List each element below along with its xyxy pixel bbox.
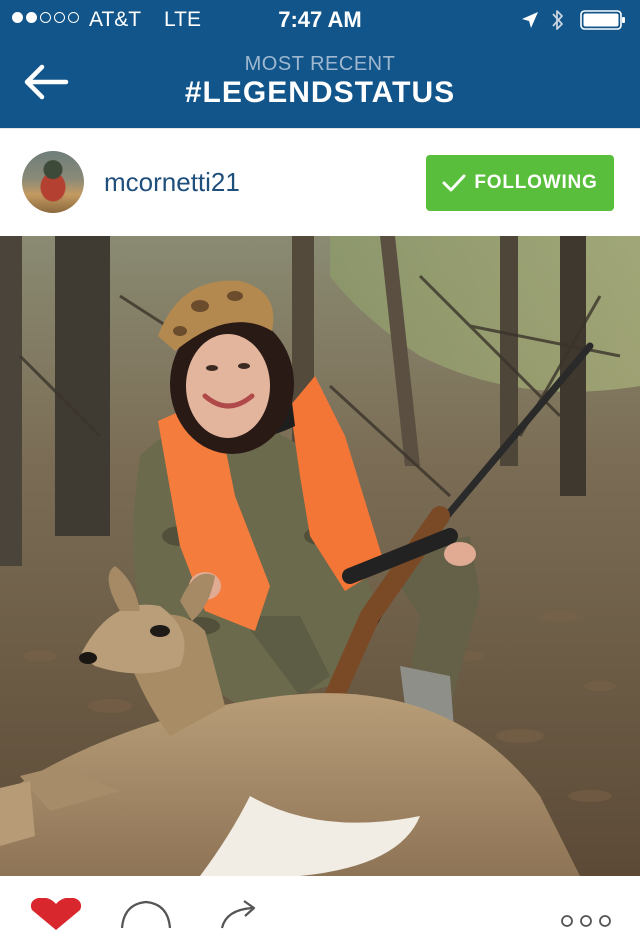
top-navigation-bar: AT&T LTE 7:47 AM MOST RECENT #LEGENDSTAT… [0,0,640,128]
following-label: FOLLOWING [474,172,598,193]
checkmark-icon [442,174,466,192]
battery-icon [580,10,626,30]
following-button[interactable]: FOLLOWING [426,155,614,211]
post-header: mcornetti21 FOLLOWING [0,128,640,236]
heart-icon[interactable] [28,897,84,935]
nav-subtitle: MOST RECENT [244,53,396,75]
post-actions-bar [0,876,640,930]
more-dots-icon[interactable] [560,914,612,933]
nav-title: #LEGENDSTATUS [184,76,456,109]
status-bar: AT&T LTE 7:47 AM [0,0,640,40]
post-photo[interactable] [0,236,640,876]
share-arrow-icon[interactable] [216,898,264,935]
location-arrow-icon [520,10,540,36]
avatar[interactable] [22,151,84,213]
bluetooth-icon [550,8,566,38]
status-time: 7:47 AM [278,7,362,32]
post-username[interactable]: mcornetti21 [104,167,240,198]
comment-bubble-icon[interactable] [120,898,172,935]
